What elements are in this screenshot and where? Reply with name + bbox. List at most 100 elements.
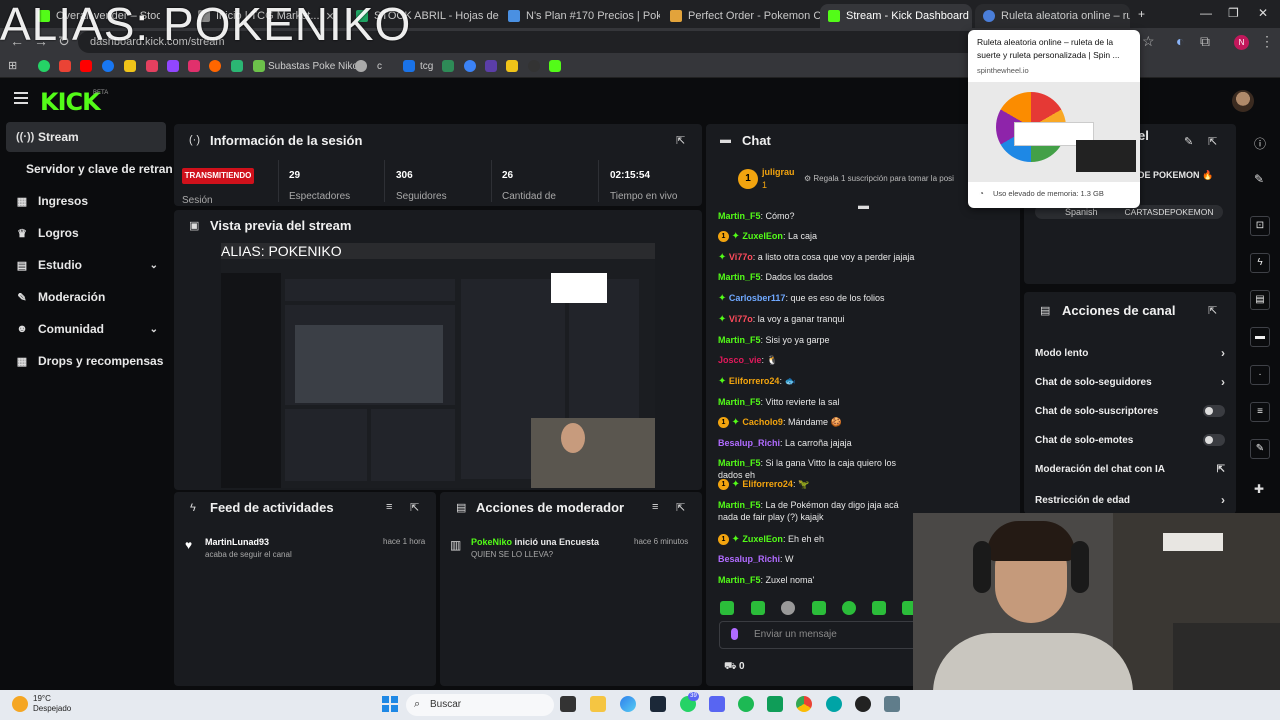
chat-username[interactable]: Martin_F5	[718, 397, 761, 407]
add-widget-icon[interactable]: ✚	[1254, 482, 1264, 496]
bookmark-icon[interactable]	[442, 60, 454, 72]
chat-username[interactable]: Josco_vie	[718, 355, 762, 365]
chat-username[interactable]: Martin_F5	[718, 458, 761, 468]
emote-icon[interactable]	[781, 601, 795, 615]
popout-icon[interactable]: ⇱	[410, 501, 419, 514]
settings-icon[interactable]	[884, 696, 900, 712]
sidebar-item-stream[interactable]: ((·)) Stream	[6, 122, 166, 152]
bookmark-c[interactable]: c	[377, 61, 382, 72]
sheets-icon[interactable]	[767, 696, 783, 712]
steam-icon[interactable]	[650, 696, 666, 712]
minimize-icon[interactable]: —	[1200, 6, 1212, 20]
maximize-icon[interactable]: ❐	[1228, 6, 1239, 20]
bookmark-icon[interactable]	[549, 60, 561, 72]
whatsapp-icon[interactable]	[38, 60, 50, 72]
chrome-icon[interactable]	[796, 696, 812, 712]
pencil-icon[interactable]: ✎	[1254, 172, 1264, 186]
windows-start-icon[interactable]	[382, 696, 398, 712]
emote-icon[interactable]	[812, 601, 826, 615]
discord-icon[interactable]	[709, 696, 725, 712]
points-icon[interactable]: ⛟	[724, 661, 737, 674]
spotify-icon[interactable]	[738, 696, 754, 712]
bookmark-icon[interactable]	[355, 60, 367, 72]
chat-username[interactable]: Martin_F5	[718, 211, 761, 221]
bookmark-icon[interactable]	[124, 60, 136, 72]
chat-username[interactable]: Eliforrero24	[729, 376, 780, 386]
bookmark-icon[interactable]	[485, 60, 497, 72]
browser-tab-ruleta[interactable]: Ruleta aleatoria online – ruleta✕	[975, 4, 1130, 28]
microphone-icon[interactable]	[731, 628, 738, 640]
sidebar-item-logros[interactable]: ♛ Logros	[6, 218, 166, 248]
chat-username[interactable]: Carlosber117	[729, 293, 786, 303]
instagram-icon[interactable]	[188, 60, 200, 72]
profile-avatar[interactable]: N	[1234, 35, 1249, 50]
bookmark-icon[interactable]	[231, 60, 243, 72]
popout-icon[interactable]: ⇱	[676, 134, 685, 147]
chat-username[interactable]: Martin_F5	[718, 500, 761, 510]
slow-mode-row[interactable]: Modo lento ›	[1035, 346, 1225, 360]
chat-username[interactable]: ZuxelEon	[742, 534, 783, 544]
taskbar-search[interactable]: Buscar	[406, 694, 554, 716]
filter-icon[interactable]: ≡	[652, 501, 658, 513]
subastas-icon[interactable]	[253, 60, 265, 72]
bookmark-icon[interactable]	[464, 60, 476, 72]
bookmark-icon[interactable]	[209, 60, 221, 72]
emote-icon[interactable]	[872, 601, 886, 615]
bookmark-icon[interactable]	[506, 60, 518, 72]
task-view-icon[interactable]	[560, 696, 576, 712]
chat-username[interactable]: Eliforrero24	[742, 479, 793, 489]
rail-button-wrench[interactable]: ✎	[1250, 439, 1270, 459]
sidebar-item-ingresos[interactable]: ▦ Ingresos	[6, 186, 166, 216]
emote-icon[interactable]	[842, 601, 856, 615]
kick-logo[interactable]: KICK	[40, 88, 101, 116]
popout-icon[interactable]: ⇱	[1208, 304, 1217, 317]
gmail-icon[interactable]	[59, 60, 71, 72]
chat-username[interactable]: Martin_F5	[718, 575, 761, 585]
rail-button-broadcast[interactable]: ·	[1250, 365, 1270, 385]
weather-widget[interactable]: 19°C Despejado	[33, 694, 71, 714]
bookmark-icon[interactable]	[528, 60, 540, 72]
menu-hamburger-icon[interactable]	[14, 92, 28, 104]
info-icon[interactable]: ⓘ	[1254, 135, 1266, 152]
extensions-puzzle-icon[interactable]: ⧉	[1200, 33, 1210, 50]
stream-preview-video[interactable]: ALIAS: POKENIKO	[221, 243, 655, 488]
pinned-user[interactable]: juligrau	[762, 167, 795, 177]
sidebar-item-estudio[interactable]: ▤ Estudio ⌄	[6, 250, 166, 280]
chat-username[interactable]: Martin_F5	[718, 272, 761, 282]
extension-icon[interactable]: ◐	[1176, 33, 1184, 49]
bookmark-icon[interactable]	[403, 60, 415, 72]
sidebar-item-comunidad[interactable]: ☻ Comunidad ⌄	[6, 314, 166, 344]
followers-only-row[interactable]: Chat de solo-seguidores ›	[1035, 375, 1225, 389]
popout-icon[interactable]: ⇱	[1208, 135, 1217, 148]
rail-button-1[interactable]: ⊡	[1250, 216, 1270, 236]
age-restriction-row[interactable]: Restricción de edad ›	[1035, 493, 1225, 507]
mod-user[interactable]: PokeNiko	[471, 537, 512, 547]
browser-menu-icon[interactable]: ⋮	[1260, 33, 1274, 50]
emote-icon[interactable]	[720, 601, 734, 615]
browser-tab-5[interactable]: Perfect Order - Pokemon Card ...✕	[662, 4, 820, 28]
sidebar-item-server-key[interactable]: Servidor y clave de retransmisión	[6, 154, 172, 184]
bookmark-subastas[interactable]: Subastas Poke Niko...	[268, 61, 366, 72]
chat-username[interactable]: ZuxelEon	[742, 231, 783, 241]
chat-username[interactable]: Vi77o	[729, 252, 753, 262]
edit-icon[interactable]: ✎	[1184, 135, 1193, 148]
new-tab-button[interactable]: +	[1138, 7, 1145, 21]
sidebar-item-moderacion[interactable]: ✎ Moderación	[6, 282, 166, 312]
rail-button-chat[interactable]: ▬	[1250, 327, 1270, 347]
chat-username[interactable]: Vi77o	[729, 314, 753, 324]
file-explorer-icon[interactable]	[590, 696, 606, 712]
browser-tab-kick-dashboard[interactable]: Stream - Kick Dashboard✕	[820, 4, 972, 28]
bookmark-tcg[interactable]: tcg	[420, 61, 433, 72]
chat-message-input[interactable]: Enviar un mensaje	[719, 621, 919, 649]
filter-icon[interactable]: ≡	[386, 501, 392, 513]
chat-username[interactable]: Martin_F5	[718, 335, 761, 345]
emote-icon[interactable]	[751, 601, 765, 615]
rail-button-lightning[interactable]: ϟ	[1250, 253, 1270, 273]
window-close-icon[interactable]: ✕	[1258, 6, 1268, 20]
weather-icon[interactable]	[12, 696, 28, 712]
bookmark-icon[interactable]	[146, 60, 158, 72]
chat-username[interactable]: Besalup_Richi	[718, 554, 780, 564]
browser-tab-4[interactable]: N's Plan #170 Precios | Pokem...✕	[500, 4, 660, 28]
popout-icon[interactable]: ⇱	[676, 501, 685, 514]
feed-user[interactable]: MartinLunad93	[205, 537, 269, 547]
